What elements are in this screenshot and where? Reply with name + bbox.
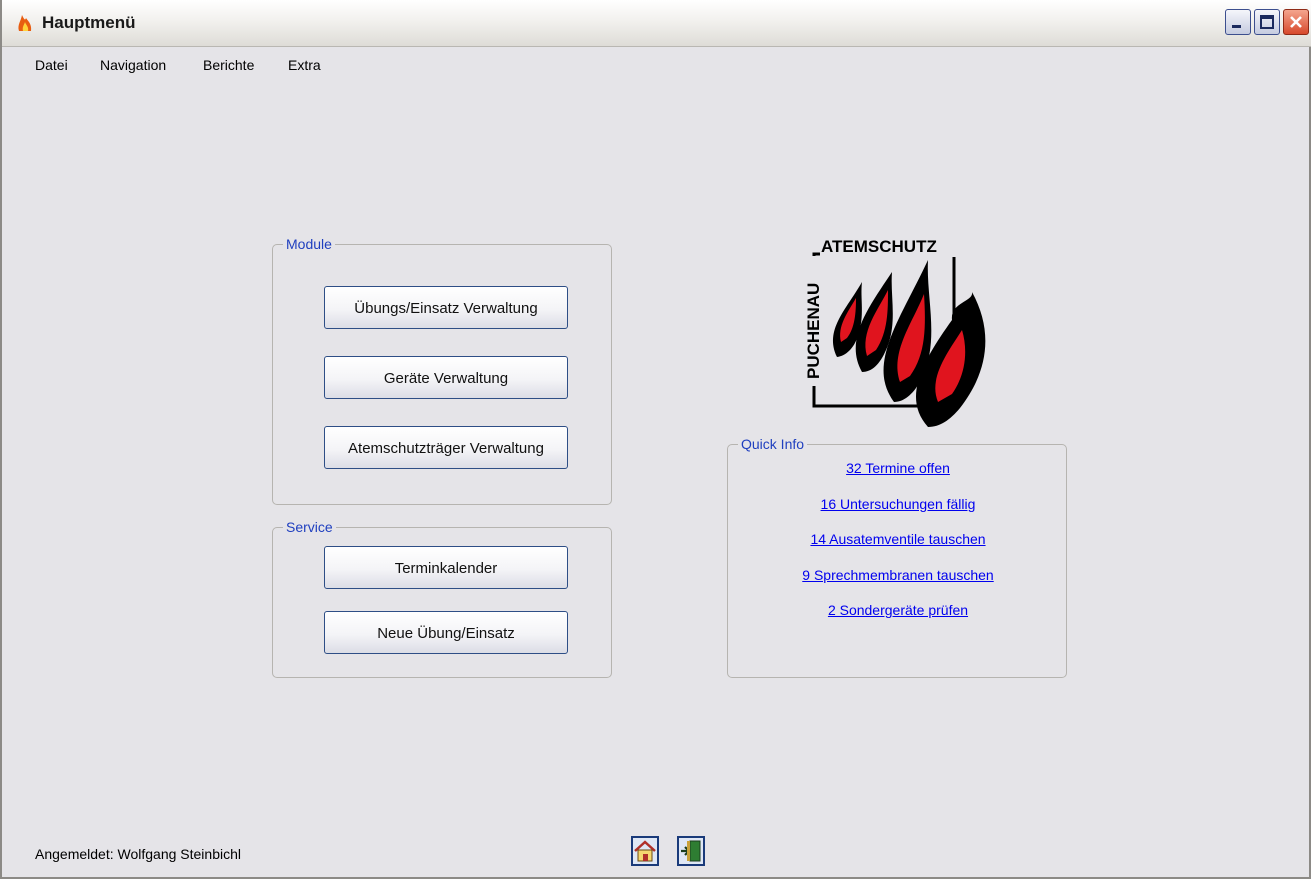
uebungs-einsatz-verwaltung-button[interactable]: Übungs/Einsatz Verwaltung xyxy=(324,286,568,329)
title-bar[interactable]: Hauptmenü xyxy=(2,0,1311,47)
untersuchungen-faellig-link[interactable]: 16 Untersuchungen fällig xyxy=(728,496,1068,512)
atemschutztraeger-verwaltung-button[interactable]: Atemschutzträger Verwaltung xyxy=(324,426,568,469)
close-icon xyxy=(1290,16,1302,28)
ausatemventile-tauschen-link[interactable]: 14 Ausatemventile tauschen xyxy=(728,531,1068,547)
geraete-verwaltung-button[interactable]: Geräte Verwaltung xyxy=(324,356,568,399)
termine-offen-link[interactable]: 32 Termine offen xyxy=(728,460,1068,476)
menu-extra[interactable]: Extra xyxy=(288,57,321,73)
home-icon xyxy=(634,840,656,862)
home-button[interactable] xyxy=(631,836,659,866)
terminkalender-button[interactable]: Terminkalender xyxy=(324,546,568,589)
exit-button[interactable] xyxy=(677,836,705,866)
exit-door-icon xyxy=(681,840,701,862)
minimize-icon xyxy=(1232,25,1241,28)
logo-top-text: ATEMSCHUTZ xyxy=(821,237,937,256)
app-flame-icon xyxy=(18,15,32,31)
sondergeraete-pruefen-link[interactable]: 2 Sondergeräte prüfen xyxy=(728,602,1068,618)
maximize-icon xyxy=(1260,15,1274,29)
logged-in-status: Angemeldet: Wolfgang Steinbichl xyxy=(35,846,241,862)
maximize-button[interactable] xyxy=(1254,9,1280,35)
sprechmembranen-tauschen-link[interactable]: 9 Sprechmembranen tauschen xyxy=(728,567,1068,583)
quick-info-group-label: Quick Info xyxy=(738,436,808,452)
neue-uebung-einsatz-button[interactable]: Neue Übung/Einsatz xyxy=(324,611,568,654)
window-title: Hauptmenü xyxy=(42,13,136,32)
main-window: Hauptmenü Datei Navigation Berichte Extr… xyxy=(0,0,1311,879)
menu-bar: Datei Navigation Berichte Extra xyxy=(2,46,1311,82)
menu-datei[interactable]: Datei xyxy=(35,57,68,73)
module-group-label: Module xyxy=(283,236,335,252)
menu-navigation[interactable]: Navigation xyxy=(100,57,166,73)
minimize-button[interactable] xyxy=(1225,9,1251,35)
close-button[interactable] xyxy=(1283,9,1309,35)
menu-berichte[interactable]: Berichte xyxy=(203,57,254,73)
logo-side-text: PUCHENAU xyxy=(804,283,823,379)
atemschutz-puchenau-logo: ATEMSCHUTZ PUCHENAU xyxy=(802,237,986,427)
quick-info-group: Quick Info 32 Termine offen 16 Untersuch… xyxy=(727,436,1068,678)
service-group-label: Service xyxy=(283,519,336,535)
